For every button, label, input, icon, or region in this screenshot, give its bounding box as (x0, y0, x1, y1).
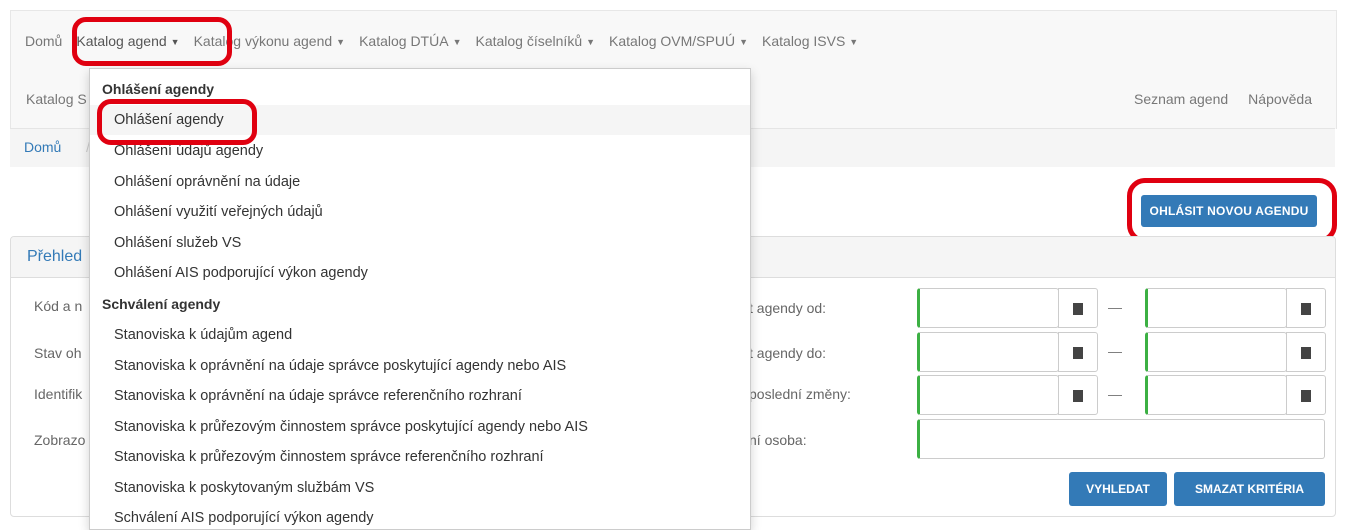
label-posledni-zmeny: poslední změny: (749, 386, 851, 402)
menu-item[interactable]: Stanoviska k oprávnění na údaje správce … (114, 358, 566, 374)
menu-item[interactable]: Ohlášení AIS podporující výkon agendy (114, 265, 368, 281)
search-button[interactable]: VYHLEDAT (1069, 472, 1167, 506)
nav-katalog-vykonu-agend[interactable]: Katalog výkonu agend ▼ (187, 33, 352, 49)
person-input[interactable] (917, 419, 1325, 459)
nav-right: Seznam agend Nápověda (1134, 91, 1312, 107)
calendar-icon[interactable] (1286, 288, 1326, 328)
date-from-input[interactable] (917, 375, 1059, 415)
date-from-input[interactable] (917, 288, 1059, 328)
menu-item[interactable]: Stanoviska k údajům agend (114, 327, 292, 343)
menu-item[interactable]: Ohlášení údajů agendy (114, 143, 263, 159)
label-stav: Stav oh (34, 345, 82, 361)
katalog-agend-dropdown: Ohlášení agendy Ohlášení agendy Ohlášení… (89, 68, 751, 530)
nav-row: Domů Katalog agend ▼ Katalog výkonu agend… (25, 33, 865, 49)
calendar-icon[interactable] (1058, 332, 1098, 372)
nav-seznam-agend[interactable]: Seznam agend (1134, 91, 1228, 107)
date-from-input[interactable] (917, 332, 1059, 372)
nav-katalog-isvs[interactable]: Katalog ISVS ▼ (755, 33, 865, 49)
menu-item[interactable]: Ohlášení služeb VS (114, 235, 241, 251)
menu-item[interactable]: Ohlášení oprávnění na údaje (114, 174, 300, 190)
breadcrumb-home[interactable]: Domů (24, 139, 61, 155)
calendar-icon[interactable] (1286, 332, 1326, 372)
caret-down-icon: ▼ (586, 37, 596, 47)
caret-down-icon: ▼ (336, 37, 346, 47)
label-kod: Kód a n (34, 298, 83, 314)
calendar-icon[interactable] (1058, 375, 1098, 415)
menu-item[interactable]: Stanoviska k průřezovým činnostem správc… (114, 419, 588, 435)
dropdown-header: Ohlášení agendy (102, 81, 215, 97)
caret-down-icon: ▼ (739, 37, 749, 47)
date-to-input[interactable] (1145, 288, 1287, 328)
nav-katalog-ciselniku[interactable]: Katalog číselníků ▼ (468, 33, 602, 49)
menu-item[interactable]: Schválení AIS podporující výkon agendy (114, 510, 374, 526)
label-osoba: ní osoba: (749, 432, 807, 448)
nav-home[interactable]: Domů (25, 33, 69, 49)
panel-title: Přehled (27, 248, 83, 265)
range-dash: — (1108, 386, 1122, 402)
calendar-icon[interactable] (1286, 375, 1326, 415)
label-identifikator: Identifik (34, 386, 83, 402)
date-to-input[interactable] (1145, 332, 1287, 372)
menu-item[interactable]: Ohlášení využití veřejných údajů (114, 204, 323, 220)
nav-napoveda[interactable]: Nápověda (1248, 91, 1312, 107)
nav-katalog-agend[interactable]: Katalog agend ▼ (69, 33, 186, 49)
clear-criteria-button[interactable]: SMAZAT KRITÉRIA (1174, 472, 1325, 506)
date-to-input[interactable] (1145, 375, 1287, 415)
menu-item-ohlaseni-agendy[interactable]: Ohlášení agendy (114, 112, 224, 128)
caret-down-icon: ▼ (452, 37, 462, 47)
nav-katalog-ovm[interactable]: Katalog OVM/SPUÚ ▼ (602, 33, 755, 49)
caret-down-icon: ▼ (849, 37, 859, 47)
menu-item[interactable]: Stanoviska k poskytovaným službám VS (114, 480, 374, 496)
menu-item[interactable]: Stanoviska k průřezovým činnostem správc… (114, 449, 544, 465)
label-zobrazit: Zobrazo (34, 432, 86, 448)
range-dash: — (1108, 343, 1122, 359)
label-do: t agendy do: (749, 345, 827, 361)
dropdown-header: Schválení agendy (102, 296, 221, 312)
add-agenda-button[interactable]: OHLÁSIT NOVOU AGENDU (1141, 195, 1317, 227)
calendar-icon[interactable] (1058, 288, 1098, 328)
menu-item[interactable]: Stanoviska k oprávnění na údaje správce … (114, 388, 522, 404)
nav-katalog-s[interactable]: Katalog S (26, 91, 87, 107)
range-dash: — (1108, 299, 1122, 315)
nav-katalog-dtua[interactable]: Katalog DTÚA ▼ (352, 33, 468, 49)
caret-down-icon: ▼ (170, 37, 180, 47)
label-od: t agendy od: (749, 300, 827, 316)
